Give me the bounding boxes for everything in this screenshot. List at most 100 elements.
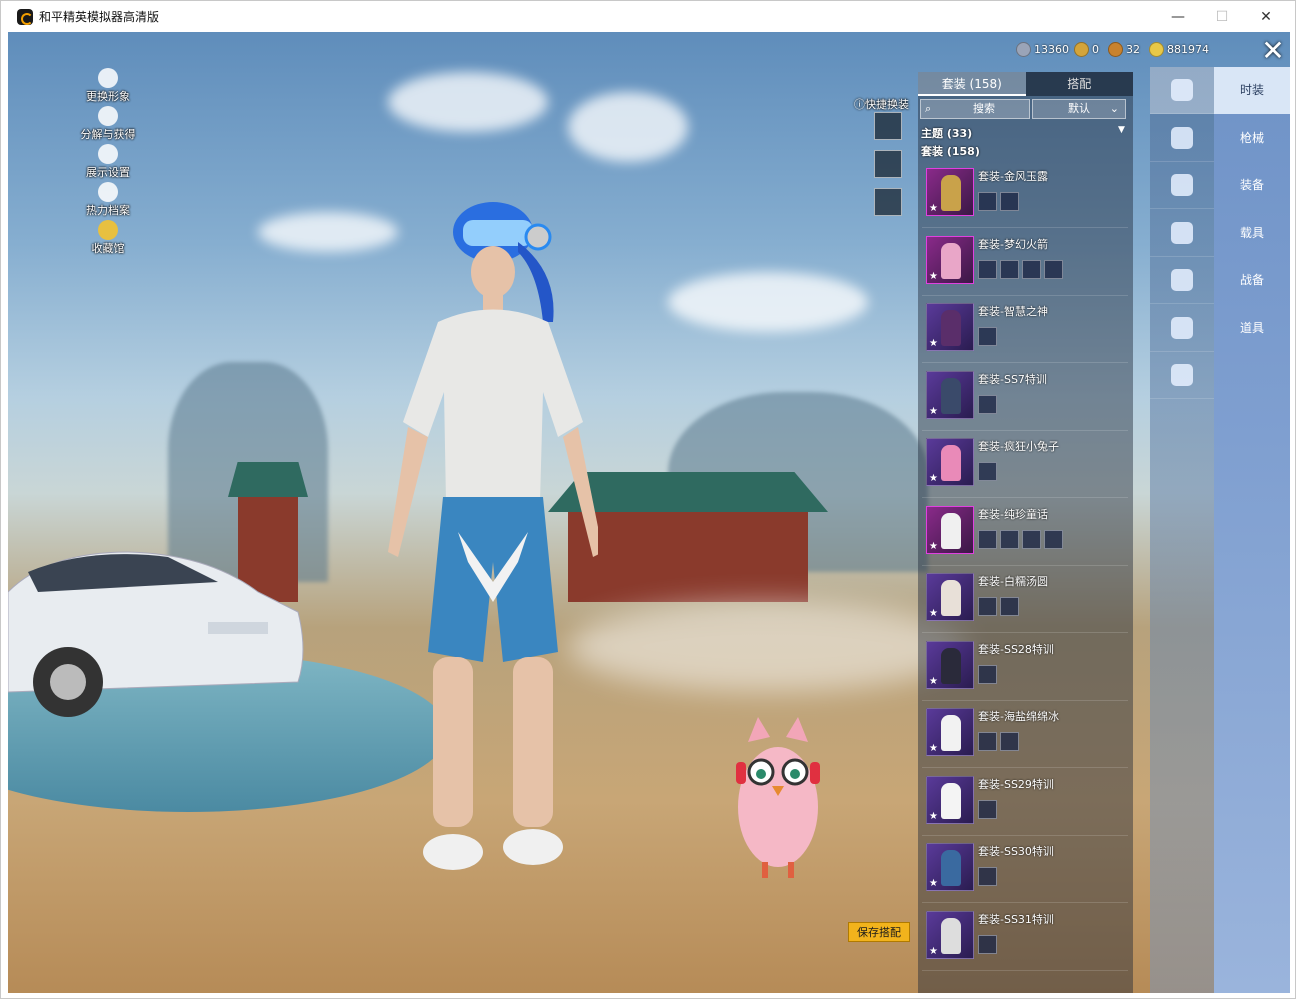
list-item[interactable]: ★ 套装-白糯汤圆 <box>922 569 1128 633</box>
outfit-part-thumb[interactable] <box>978 732 997 751</box>
outfit-thumbnail: ★ <box>926 910 974 959</box>
list-item[interactable]: ★ 套装-SS7特训 <box>922 367 1128 431</box>
outfit-figure <box>941 175 961 211</box>
category-icon-rail <box>1150 67 1214 993</box>
decompose-obtain-button[interactable]: 分解与获得 <box>68 106 148 142</box>
outfit-part-thumb[interactable] <box>1000 732 1019 751</box>
outfit-part-thumb[interactable] <box>978 934 997 954</box>
list-item[interactable]: ★ 套装-智慧之神 <box>922 299 1128 363</box>
currency-coupon: 881974 <box>1149 42 1209 57</box>
category-theme[interactable]: 主题 (33) <box>921 125 972 141</box>
list-item[interactable]: ★ 套装-SS31特训 <box>922 907 1128 971</box>
rail-icon-button[interactable] <box>1150 257 1214 304</box>
rail-icon-button[interactable] <box>1150 115 1214 162</box>
rail-icon-button[interactable] <box>1150 210 1214 257</box>
outfit-part-thumb[interactable] <box>1044 259 1063 279</box>
star-icon: ★ <box>929 405 938 417</box>
list-item[interactable]: ★ 套装-梦幻火箭 <box>922 232 1128 296</box>
close-window-button[interactable]: ✕ <box>1243 1 1289 32</box>
outfit-part-thumb[interactable] <box>978 462 997 481</box>
eye-icon <box>98 144 118 164</box>
person-icon <box>98 68 118 88</box>
outfit-part-thumb[interactable] <box>1000 192 1019 211</box>
temple <box>568 502 808 602</box>
outfit-part-thumb[interactable] <box>978 664 997 684</box>
outfit-figure <box>941 782 961 819</box>
list-item[interactable]: ★ 套装-SS28特训 <box>922 637 1128 701</box>
outfit-part-thumb[interactable] <box>1022 259 1041 279</box>
display-settings-button[interactable]: 展示设置 <box>68 144 148 180</box>
outfit-figure <box>941 310 961 346</box>
pet-bird[interactable] <box>728 712 828 882</box>
title-bar[interactable]: 和平精英模拟器高清版 — ☐ ✕ <box>1 1 1295 32</box>
tab-combos[interactable]: 搭配 <box>1025 72 1133 96</box>
list-item[interactable]: ★ 套装-纯珍童话 <box>922 502 1128 566</box>
outfit-part-thumb[interactable] <box>978 192 997 211</box>
outfit-part-thumb[interactable] <box>1000 259 1019 279</box>
outfit-part-thumb[interactable] <box>978 394 997 414</box>
outfit-parts <box>978 799 997 819</box>
rail-icon-button[interactable] <box>1150 162 1214 209</box>
rail-tab-6[interactable]: 道具 <box>1214 305 1290 352</box>
quick-slot-3[interactable] <box>874 188 902 216</box>
quick-slot-2[interactable] <box>874 150 902 178</box>
rail-tab-1[interactable]: 时装 <box>1214 67 1290 114</box>
maximize-button[interactable]: ☐ <box>1199 1 1245 32</box>
outfit-list-panel: 套装 (158) 搭配 ⌕ 搜索 默认 ⌄ 主题 (33) 套装 (158) ▼… <box>918 72 1133 993</box>
rail-tab-3[interactable]: 装备 <box>1214 162 1290 209</box>
list-item[interactable]: ★ 套装-疯狂小兔子 <box>922 434 1128 498</box>
save-outfit-button[interactable]: 保存搭配 <box>848 922 910 942</box>
player-character[interactable] <box>368 202 598 902</box>
sort-select[interactable]: 默认 ⌄ <box>1032 99 1126 119</box>
outfit-part-thumb[interactable] <box>1022 529 1041 549</box>
change-avatar-button[interactable]: 更换形象 <box>68 68 148 104</box>
close-panel-button[interactable]: ✕ <box>1258 36 1288 66</box>
heat-profile-button[interactable]: 热力档案 <box>68 182 148 218</box>
star-icon: ★ <box>929 878 938 889</box>
gun-skin-icon <box>1171 126 1193 149</box>
outfit-part-thumb[interactable] <box>978 327 997 346</box>
outfit-part-thumb[interactable] <box>978 867 997 886</box>
game-viewport[interactable]: 更换形象 分解与获得 展示设置 热力档案 收藏馆 13360 0 32 8819… <box>8 32 1290 993</box>
minimize-button[interactable]: — <box>1155 1 1201 32</box>
outfit-parts <box>978 259 1063 279</box>
star-icon: ★ <box>929 338 938 349</box>
tool-label: 热力档案 <box>86 204 130 217</box>
category-label-rail: 时装 枪械 装备 载具 战备 道具 <box>1214 67 1290 993</box>
parachute-icon <box>1171 316 1193 339</box>
outfit-part-thumb[interactable] <box>1000 597 1019 616</box>
outfit-thumbnail: ★ <box>926 168 974 216</box>
outfit-part-thumb[interactable] <box>978 529 997 549</box>
outfit-name: 套装-SS7特训 <box>978 372 1047 386</box>
outfit-parts <box>978 394 997 414</box>
list-item[interactable]: ★ 套装-SS30特训 <box>922 839 1128 903</box>
outfit-thumbnail: ★ <box>926 370 974 419</box>
outfit-figure <box>941 445 961 481</box>
outfit-figure <box>941 715 961 751</box>
rail-icon-button[interactable] <box>1150 67 1214 114</box>
list-item[interactable]: ★ 套装-金风玉露 <box>922 164 1128 228</box>
currency-value: 32 <box>1126 43 1140 56</box>
rail-icon-button[interactable] <box>1150 305 1214 352</box>
outfit-thumbnail: ★ <box>926 640 974 689</box>
collection-button[interactable]: 收藏馆 <box>68 220 148 256</box>
search-input[interactable]: ⌕ 搜索 <box>920 99 1030 119</box>
category-outfit[interactable]: 套装 (158) <box>921 143 980 159</box>
rail-icon-button[interactable] <box>1150 352 1214 399</box>
list-item[interactable]: ★ 套装-海盐绵绵冰 <box>922 704 1128 768</box>
outfit-part-thumb[interactable] <box>1000 529 1019 549</box>
tool-label: 分解与获得 <box>80 128 136 141</box>
question-icon[interactable]: ⓘ <box>854 98 865 111</box>
outfit-part-thumb[interactable] <box>978 799 997 819</box>
outfit-parts <box>978 867 997 886</box>
outfit-part-thumb[interactable] <box>978 259 997 279</box>
rail-tab-4[interactable]: 载具 <box>1214 210 1290 257</box>
quick-slot-1[interactable] <box>874 112 902 140</box>
rail-tab-2[interactable]: 枪械 <box>1214 115 1290 162</box>
outfit-part-thumb[interactable] <box>1044 529 1063 549</box>
list-item[interactable]: ★ 套装-SS29特训 <box>922 772 1128 836</box>
tab-outfits[interactable]: 套装 (158) <box>918 72 1026 96</box>
outfit-part-thumb[interactable] <box>978 597 997 616</box>
rail-tab-5[interactable]: 战备 <box>1214 257 1290 304</box>
close-icon: ✕ <box>1260 8 1272 25</box>
